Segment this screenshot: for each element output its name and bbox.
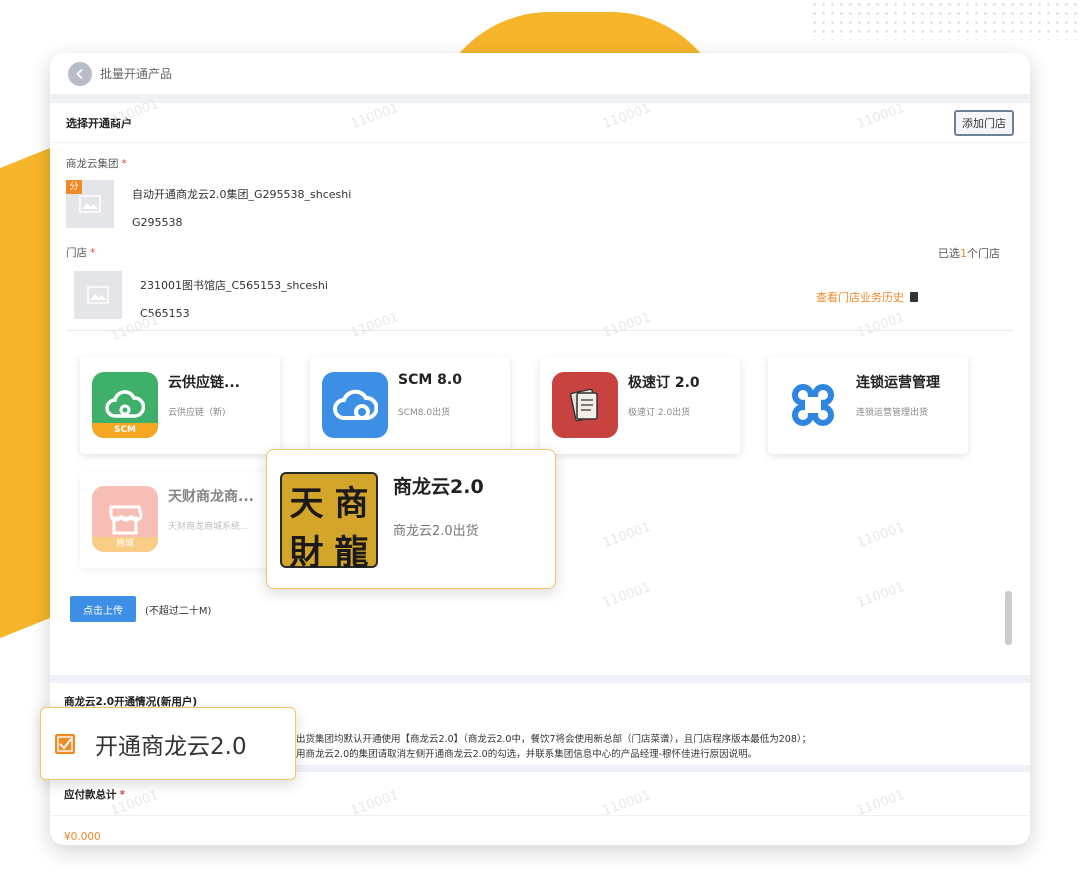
payable-total-value: ¥0.000	[64, 831, 101, 843]
store-thumbnail	[74, 271, 122, 319]
mall-badge: 商城	[92, 537, 158, 552]
divider	[50, 95, 1030, 103]
title-bar: 批量开通产品	[50, 53, 1030, 95]
upload-button[interactable]: 点击上传	[70, 596, 136, 622]
section-title: 选择开通商户	[66, 116, 132, 130]
logo-char: 商	[334, 484, 369, 524]
product-subtitle: 连锁运营管理出货	[856, 408, 929, 418]
product-subtitle: SCM8.0出货	[398, 408, 451, 418]
product-title: SCM 8.0	[398, 372, 462, 388]
product-card-mall[interactable]: 商城 天财商龙商... 天财商龙商城系统...	[80, 471, 280, 568]
group-name: 自动开通商龙云2.0集团_G295538_shceshi	[132, 188, 352, 201]
watermark: 110001	[348, 309, 401, 342]
logo-char: 天	[289, 484, 324, 524]
status-description-line: 出货集团均默认开通使用【商龙云2.0】（商龙云2.0中，餐饮7将会使用新总部（门…	[296, 734, 812, 745]
tiancai-shanglong-logo: 天 商 財 龍	[280, 472, 378, 573]
clipboard-icon	[552, 372, 618, 438]
selected-prefix: 已选	[938, 247, 960, 260]
image-placeholder-icon	[87, 286, 109, 304]
logo-char: 龍	[334, 533, 369, 573]
product-title: 天财商龙商...	[168, 489, 254, 505]
status-description-line: 用商龙云2.0的集团请取消左侧开通商龙云2.0的勾选，并联系集团信息中心的产品经…	[296, 749, 758, 760]
group-thumbnail: 分	[66, 180, 114, 228]
checkbox-label: 开通商龙云2.0	[95, 733, 247, 760]
product-title: 极速订 2.0	[628, 375, 700, 391]
watermark: 110001	[854, 579, 907, 612]
store-history-link[interactable]: 查看门店业务历史	[816, 289, 918, 305]
group-label: 商龙云集团 *	[66, 156, 127, 171]
divider	[50, 675, 1030, 683]
required-mark: *	[121, 158, 127, 170]
history-link-label: 查看门店业务历史	[816, 291, 904, 304]
watermark: 110001	[600, 309, 653, 342]
product-title: 云供应链...	[168, 375, 240, 391]
upload-note: (不超过二十M)	[145, 606, 212, 617]
product-subtitle: 云供应链（新)	[168, 408, 226, 418]
store-code: C565153	[140, 307, 190, 320]
product-card-cloud-scm[interactable]: SCM 云供应链... 云供应链（新)	[80, 357, 280, 454]
background-dot-pattern	[810, 0, 1080, 40]
watermark: 110001	[600, 519, 653, 552]
product-subtitle: 商龙云2.0出货	[393, 524, 479, 539]
product-card-chain-ops[interactable]: 连锁运营管理 连锁运营管理出货	[768, 357, 968, 454]
divider	[50, 815, 1030, 816]
group-row: 分 自动开通商龙云2.0集团_G295538_shceshi G295538	[66, 180, 351, 229]
page-title: 批量开通产品	[100, 67, 173, 81]
logo-char: 財	[289, 533, 324, 573]
product-card-quick-order[interactable]: 极速订 2.0 极速订 2.0出货	[540, 357, 740, 454]
enable-shanglong-cloud-checkbox[interactable]: 开通商龙云2.0	[40, 707, 296, 780]
required-mark: *	[90, 247, 96, 259]
watermark: 110001	[600, 579, 653, 612]
product-card-scm8[interactable]: SCM 8.0 SCM8.0出货	[310, 357, 510, 454]
payable-title-text: 应付款总计	[64, 789, 117, 801]
product-title: 商龙云2.0	[393, 476, 484, 498]
group-badge: 分	[66, 180, 82, 194]
shop-icon: 商城	[92, 486, 158, 552]
group-code: G295538	[132, 216, 183, 229]
checkbox-checked-icon[interactable]	[55, 733, 75, 754]
scrollbar[interactable]	[1005, 591, 1012, 645]
chain-ops-icon	[780, 372, 846, 438]
add-store-button[interactable]: 添加门店	[954, 109, 1014, 136]
required-mark: *	[119, 789, 126, 801]
back-button[interactable]	[68, 61, 92, 86]
selected-store-count: 已选1个门店	[938, 245, 1000, 261]
store-label-text: 门店	[66, 247, 87, 259]
cloud-icon	[322, 372, 388, 438]
store-label: 门店 *	[66, 245, 95, 260]
payable-title: 应付款总计 *	[64, 787, 125, 802]
store-row: 231001图书馆店_C565153_shceshi C565153	[74, 271, 328, 320]
watermark: 110001	[854, 309, 907, 342]
product-title: 连锁运营管理	[856, 375, 940, 391]
store-name: 231001图书馆店_C565153_shceshi	[140, 279, 328, 292]
watermark: 110001	[854, 519, 907, 552]
chevron-left-icon	[76, 68, 83, 79]
product-card-shanglong-cloud[interactable]: 天 商 財 龍 商龙云2.0 商龙云2.0出货	[266, 449, 556, 589]
group-info: 自动开通商龙云2.0集团_G295538_shceshi G295538	[132, 180, 351, 229]
selected-number: 1	[960, 247, 967, 260]
product-subtitle: 极速订 2.0出货	[628, 408, 691, 418]
divider	[66, 330, 1014, 331]
product-subtitle: 天财商龙商城系统...	[168, 522, 249, 532]
merchant-section-header: 选择开通商户 添加门店	[50, 103, 1030, 143]
store-info: 231001图书馆店_C565153_shceshi C565153	[140, 271, 328, 320]
scm-badge: SCM	[92, 423, 158, 438]
trash-icon[interactable]	[910, 292, 918, 302]
group-label-text: 商龙云集团	[66, 158, 119, 170]
selected-suffix: 个门店	[967, 247, 1000, 260]
cloud-scm-icon: SCM	[92, 372, 158, 438]
image-placeholder-icon	[79, 195, 101, 213]
